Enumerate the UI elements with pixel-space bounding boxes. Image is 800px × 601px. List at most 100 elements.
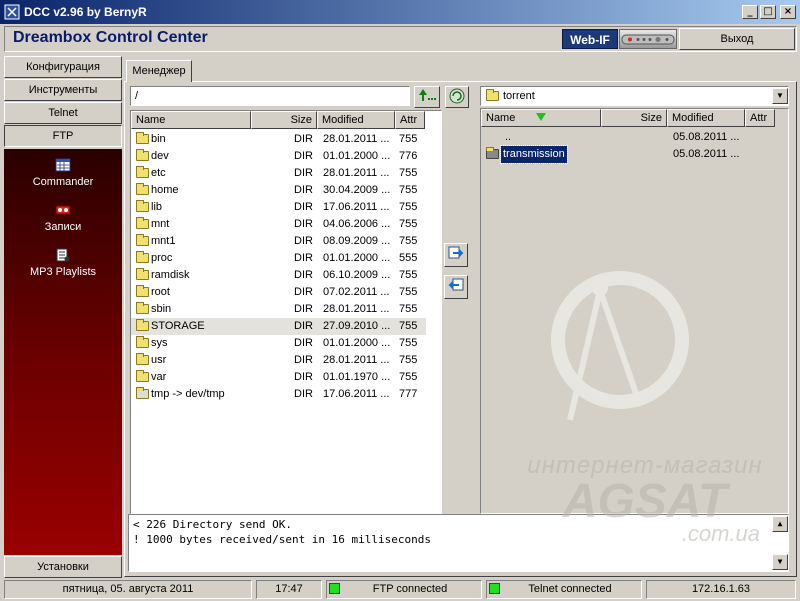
sidebar-item-telnet[interactable]: Telnet [4, 102, 122, 124]
right-col-modified[interactable]: Modified [667, 109, 745, 127]
left-file-row[interactable]: dev DIR 01.01.2000 ... 776 [131, 148, 426, 165]
left-path-field[interactable]: / [130, 86, 410, 106]
status-time: 17:47 [256, 580, 322, 599]
remote-control-icon[interactable] [619, 29, 677, 49]
left-col-name[interactable]: Name [131, 111, 251, 129]
cell-name: proc [151, 252, 173, 264]
log-scroll-up[interactable]: ▲ [772, 516, 788, 532]
cell-attr: 776 [399, 150, 418, 162]
right-file-list: Name Size Modified Attr .. 05.08.2011 ...… [480, 108, 789, 514]
cell-attr: 755 [399, 201, 418, 213]
cell-modified: 28.01.2011 ... [323, 303, 390, 315]
folder-icon [136, 217, 149, 229]
cell-name: sbin [151, 303, 172, 315]
left-file-row[interactable]: proc DIR 01.01.2000 ... 555 [131, 250, 426, 267]
copy-left-button[interactable] [444, 275, 468, 299]
cell-attr: 755 [399, 320, 418, 332]
cell-modified: 17.06.2011 ... [323, 388, 390, 400]
webif-button[interactable]: Web-IF [562, 29, 618, 49]
folder-icon [136, 251, 149, 263]
cell-name: transmission [500, 145, 568, 164]
left-col-modified[interactable]: Modified [317, 111, 395, 129]
right-file-row[interactable]: transmission 05.08.2011 ... [481, 145, 776, 164]
right-col-attr[interactable]: Attr [745, 109, 775, 127]
settings-button[interactable]: Установки [4, 556, 122, 578]
commander-label: Commander [32, 176, 94, 188]
cell-size: DIR [294, 218, 313, 230]
tab-manager[interactable]: Менеджер [126, 60, 192, 82]
left-file-row[interactable]: usr DIR 28.01.2011 ... 755 [131, 352, 426, 369]
refresh-button[interactable] [445, 86, 469, 108]
cell-attr: 755 [399, 167, 418, 179]
cell-name: sys [151, 337, 168, 349]
cell-attr: 755 [399, 371, 418, 383]
cell-name: tmp -> dev/tmp [151, 388, 225, 400]
sort-arrow-icon [536, 113, 547, 121]
cell-modified: 05.08.2011 ... [673, 131, 740, 143]
exit-button[interactable]: Выход [679, 28, 795, 50]
window-title: DCC v2.96 by BernyR [24, 5, 147, 19]
maximize-button[interactable]: □ [760, 5, 776, 19]
right-col-size[interactable]: Size [601, 109, 667, 127]
playlists-label: MP3 Playlists [29, 266, 97, 278]
sidebar-commander-item[interactable]: Commander [4, 157, 122, 188]
left-file-row[interactable]: lib DIR 17.06.2011 ... 755 [131, 199, 426, 216]
cell-modified: 01.01.2000 ... [323, 337, 391, 349]
sidebar-item-configuration[interactable]: Конфигурация [4, 56, 122, 78]
cell-size: DIR [294, 235, 313, 247]
close-button[interactable]: × [780, 5, 796, 19]
right-path-combo[interactable]: torrent [480, 86, 789, 106]
left-col-size[interactable]: Size [251, 111, 317, 129]
folder-icon [136, 132, 149, 144]
minimize-button[interactable]: _ [742, 5, 758, 19]
cell-size: DIR [294, 167, 313, 179]
left-file-row[interactable]: tmp -> dev/tmp DIR 17.06.2011 ... 777 [131, 386, 426, 403]
left-file-row[interactable]: root DIR 07.02.2011 ... 755 [131, 284, 426, 301]
sidebar-item-tools[interactable]: Инструменты [4, 79, 122, 101]
left-file-row[interactable]: home DIR 30.04.2009 ... 755 [131, 182, 426, 199]
right-file-row[interactable]: .. 05.08.2011 ... [481, 129, 776, 146]
left-file-row[interactable]: var DIR 01.01.1970 ... 755 [131, 369, 426, 386]
cell-name: root [151, 286, 170, 298]
cell-modified: 01.01.2000 ... [323, 150, 391, 162]
left-file-row[interactable]: mnt1 DIR 08.09.2009 ... 755 [131, 233, 426, 250]
left-file-row[interactable]: sys DIR 01.01.2000 ... 755 [131, 335, 426, 352]
left-col-attr[interactable]: Attr [395, 111, 425, 129]
left-file-row[interactable]: ramdisk DIR 06.10.2009 ... 755 [131, 267, 426, 284]
copy-right-button[interactable] [444, 243, 468, 267]
parent-directory-button[interactable] [414, 86, 440, 108]
right-col-name-label: Name [486, 112, 516, 124]
left-file-row[interactable]: mnt DIR 04.06.2006 ... 755 [131, 216, 426, 233]
sidebar-recordings-item[interactable]: Записи [4, 202, 122, 233]
folder-icon [136, 183, 149, 195]
statusbar: пятница, 05. августа 2011 17:47 FTP conn… [0, 579, 800, 601]
cell-name: dev [151, 150, 169, 162]
sidebar: Конфигурация Инструменты Telnet FTP Comm… [4, 56, 122, 578]
path-dropdown-arrow[interactable]: ▼ [772, 88, 788, 104]
cell-attr: 777 [399, 388, 418, 400]
sidebar-ftp-panel: Commander Записи MP3 Playlists [4, 149, 122, 555]
cell-modified: 30.04.2009 ... [323, 184, 391, 196]
folder-icon [136, 370, 149, 382]
log-line: < 226 Directory send OK. [133, 518, 292, 531]
cell-attr: 755 [399, 133, 418, 145]
cell-modified: 04.06.2006 ... [323, 218, 391, 230]
arrow-left-icon [448, 278, 464, 291]
right-col-name[interactable]: Name [481, 109, 601, 127]
cell-name: .. [505, 131, 512, 143]
left-file-row[interactable]: STORAGE DIR 27.09.2010 ... 755 [131, 318, 426, 335]
window-titlebar: DCC v2.96 by BernyR _ □ × [0, 0, 800, 24]
sidebar-item-ftp[interactable]: FTP [4, 125, 122, 147]
left-file-row[interactable]: etc DIR 28.01.2011 ... 755 [131, 165, 426, 182]
cell-size: DIR [294, 303, 313, 315]
cell-name: var [151, 371, 167, 383]
left-file-row[interactable]: sbin DIR 28.01.2011 ... 755 [131, 301, 426, 318]
cell-name: home [151, 184, 179, 196]
folder-icon [136, 302, 149, 314]
left-file-row[interactable]: bin DIR 28.01.2011 ... 755 [131, 131, 426, 148]
sidebar-playlists-item[interactable]: MP3 Playlists [4, 247, 122, 278]
log-scroll-down[interactable]: ▼ [772, 554, 788, 570]
recordings-icon [55, 205, 71, 215]
cell-attr: 755 [399, 354, 418, 366]
cell-size: DIR [294, 371, 313, 383]
